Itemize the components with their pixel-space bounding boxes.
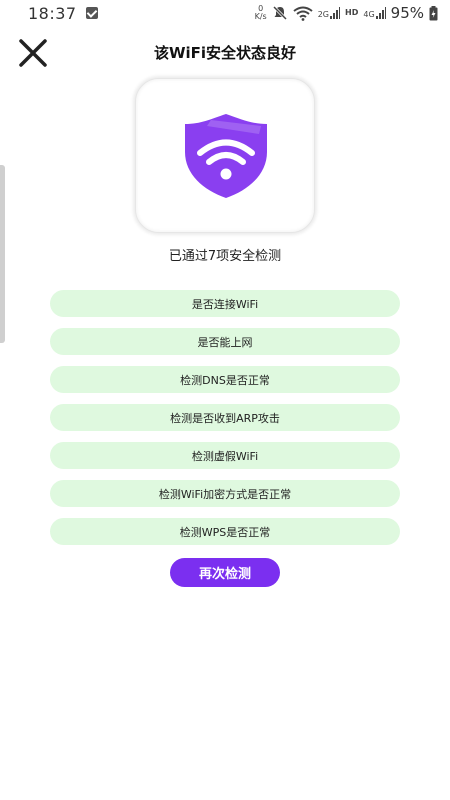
mute-icon [272,5,287,21]
signal-bars-icon [375,7,386,19]
check-item-wps: 检测WPS是否正常 [50,518,400,545]
check-item-fake-wifi: 检测虚假WiFi [50,442,400,469]
check-item-arp: 检测是否收到ARP攻击 [50,404,400,431]
battery-percent: 95% [390,4,424,22]
notification-check-icon [86,7,98,19]
check-item-encryption: 检测WiFi加密方式是否正常 [50,480,400,507]
retry-check-button[interactable]: 再次检测 [170,558,280,587]
check-item-dns: 检测DNS是否正常 [50,366,400,393]
check-item-internet: 是否能上网 [50,328,400,355]
status-time: 18:37 [28,4,77,23]
page-title: 该WiFi安全状态良好 [153,44,297,62]
summary-text: 已通过7项安全检测 [168,249,282,264]
sim2-signal: 4G [363,7,386,19]
status-bar: 18:37 0 K/s 2G HD 4G 95% [0,0,450,28]
hd-label: HD [345,8,359,17]
status-icons: 0 K/s 2G HD 4G 95% [255,3,438,23]
check-item-wifi-connected: 是否连接WiFi [50,290,400,317]
signal-bars-icon [330,7,341,19]
wifi-shield-icon [185,114,267,198]
check-list: 是否连接WiFi 是否能上网 检测DNS是否正常 检测是否收到ARP攻击 检测虚… [50,290,400,556]
battery-charging-icon [429,5,438,20]
sim2-label: 4G [363,10,375,19]
sim1-label: 2G [317,10,330,19]
net-speed-unit: K/s [254,12,267,21]
shield-card [135,78,315,233]
sim1-signal: 2G [317,7,341,19]
wifi-status-icon [293,6,313,21]
net-speed: 0 K/s [255,5,267,21]
